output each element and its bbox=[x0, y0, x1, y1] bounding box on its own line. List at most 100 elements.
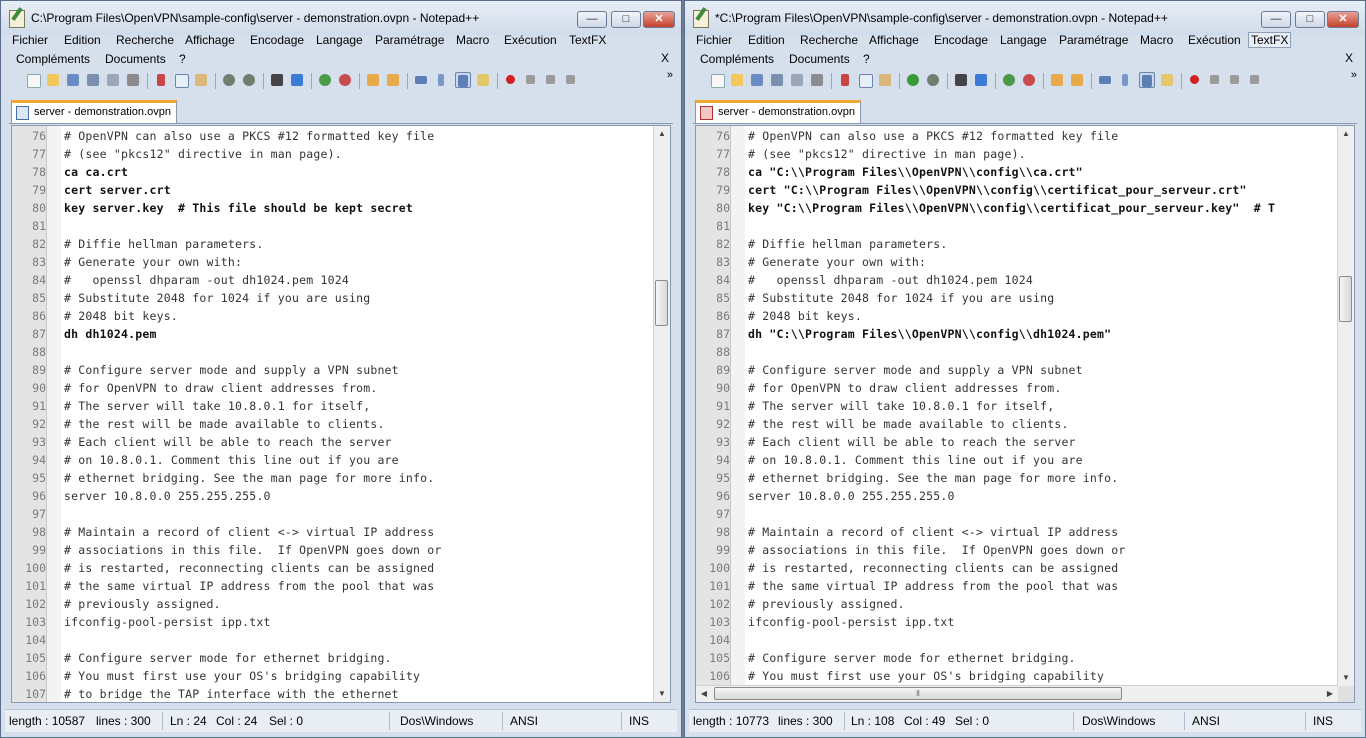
editor-line[interactable]: 89 # Configure server mode and supply a V… bbox=[12, 361, 654, 379]
editor-line[interactable]: 103 ifconfig-pool-persist ipp.txt bbox=[12, 613, 654, 631]
horizontal-scrollbar[interactable]: ◀ ⦀ ▶ bbox=[696, 685, 1338, 702]
editor-line[interactable]: 95 # ethernet bridging. See the man page … bbox=[696, 469, 1338, 487]
editor-line[interactable]: 88 bbox=[12, 343, 654, 361]
document-tab[interactable]: server - demonstration.ovpn bbox=[11, 100, 177, 123]
menu-complements[interactable]: Compléments bbox=[697, 51, 777, 67]
editor-line[interactable]: 98 # Maintain a record of client <-> virt… bbox=[12, 523, 654, 541]
editor-line[interactable]: 83 # Generate your own with: bbox=[12, 253, 654, 271]
editor-line[interactable]: 80 key server.key # This file should be k… bbox=[12, 199, 654, 217]
toolbar-overflow-chevron[interactable]: » bbox=[667, 69, 673, 81]
minimize-button[interactable]: — bbox=[1261, 11, 1291, 28]
print-icon[interactable] bbox=[125, 72, 141, 88]
editor-line[interactable]: 91 # The server will take 10.8.0.1 for it… bbox=[696, 397, 1338, 415]
menu-macro[interactable]: Macro bbox=[453, 32, 492, 48]
show-all-chars-icon[interactable] bbox=[1117, 72, 1133, 88]
run-macro-multiple-icon[interactable] bbox=[1247, 72, 1263, 88]
editor-line[interactable]: 102 # previously assigned. bbox=[696, 595, 1338, 613]
replace-icon[interactable] bbox=[973, 72, 989, 88]
new-file-icon[interactable] bbox=[709, 72, 725, 88]
editor-line[interactable]: 96 server 10.8.0.0 255.255.255.0 bbox=[696, 487, 1338, 505]
menu-parametrage[interactable]: Paramétrage bbox=[1056, 32, 1131, 48]
editor-line[interactable]: 102 # previously assigned. bbox=[12, 595, 654, 613]
scroll-left-arrow-icon[interactable]: ◀ bbox=[696, 686, 712, 702]
menu-execution[interactable]: Exécution bbox=[501, 32, 560, 48]
menu-documents[interactable]: Documents bbox=[102, 51, 169, 67]
editor-line[interactable]: 88 bbox=[696, 343, 1338, 361]
editor-line[interactable]: 82 # Diffie hellman parameters. bbox=[12, 235, 654, 253]
redo-icon[interactable] bbox=[241, 72, 257, 88]
text-editor[interactable]: 76 # OpenVPN can also use a PKCS #12 form… bbox=[695, 125, 1355, 703]
editor-line[interactable]: 87 dh "C:\\Program Files\\OpenVPN\\config… bbox=[696, 325, 1338, 343]
editor-line[interactable]: 101 # the same virtual IP address from th… bbox=[696, 577, 1338, 595]
editor-line[interactable]: 92 # the rest will be made available to c… bbox=[696, 415, 1338, 433]
cut-icon[interactable] bbox=[837, 72, 853, 88]
editor-line[interactable]: 95 # ethernet bridging. See the man page … bbox=[12, 469, 654, 487]
menu-macro[interactable]: Macro bbox=[1137, 32, 1176, 48]
close-file-icon[interactable] bbox=[105, 72, 121, 88]
editor-line[interactable]: 76 # OpenVPN can also use a PKCS #12 form… bbox=[696, 127, 1338, 145]
paste-icon[interactable] bbox=[877, 72, 893, 88]
scroll-right-arrow-icon[interactable]: ▶ bbox=[1322, 686, 1338, 702]
editor-line[interactable]: 76 # OpenVPN can also use a PKCS #12 form… bbox=[12, 127, 654, 145]
vertical-scroll-thumb[interactable] bbox=[655, 280, 668, 326]
editor-line[interactable]: 77 # (see "pkcs12" directive in man page)… bbox=[696, 145, 1338, 163]
editor-line[interactable]: 100 # is restarted, reconnecting clients … bbox=[696, 559, 1338, 577]
record-macro-icon[interactable] bbox=[1187, 72, 1203, 88]
function-list-icon[interactable] bbox=[1159, 72, 1175, 88]
menu-documents[interactable]: Documents bbox=[786, 51, 853, 67]
toolbar-overflow-chevron[interactable]: » bbox=[1351, 69, 1357, 81]
menu-fichier[interactable]: Fichier bbox=[9, 32, 51, 48]
menu-help[interactable]: ? bbox=[176, 51, 189, 67]
editor-line[interactable]: 96 server 10.8.0.0 255.255.255.0 bbox=[12, 487, 654, 505]
editor-line[interactable]: 90 # for OpenVPN to draw client addresses… bbox=[696, 379, 1338, 397]
editor-line[interactable]: 83 # Generate your own with: bbox=[696, 253, 1338, 271]
editor-line[interactable]: 78 ca "C:\\Program Files\\OpenVPN\\config… bbox=[696, 163, 1338, 181]
save-icon[interactable] bbox=[749, 72, 765, 88]
editor-line[interactable]: 107 # to bridge the TAP interface with th… bbox=[12, 685, 654, 702]
editor-line[interactable]: 99 # associations in this file. If OpenVP… bbox=[696, 541, 1338, 559]
menu-help[interactable]: ? bbox=[860, 51, 873, 67]
minimize-button[interactable]: — bbox=[577, 11, 607, 28]
editor-line[interactable]: 92 # the rest will be made available to c… bbox=[12, 415, 654, 433]
editor-line[interactable]: 97 bbox=[12, 505, 654, 523]
editor-line[interactable]: 89 # Configure server mode and supply a V… bbox=[696, 361, 1338, 379]
horizontal-scroll-thumb[interactable]: ⦀ bbox=[714, 687, 1122, 700]
record-macro-icon[interactable] bbox=[503, 72, 519, 88]
play-macro-icon[interactable] bbox=[1227, 72, 1243, 88]
menu-encodage[interactable]: Encodage bbox=[931, 32, 991, 48]
editor-line[interactable]: 85 # Substitute 2048 for 1024 if you are … bbox=[12, 289, 654, 307]
editor-line[interactable]: 87 dh dh1024.pem bbox=[12, 325, 654, 343]
scroll-down-arrow-icon[interactable]: ▼ bbox=[1338, 670, 1354, 686]
editor-line[interactable]: 77 # (see "pkcs12" directive in man page)… bbox=[12, 145, 654, 163]
indent-guide-icon[interactable] bbox=[455, 72, 471, 88]
editor-line[interactable]: 103 ifconfig-pool-persist ipp.txt bbox=[696, 613, 1338, 631]
paste-icon[interactable] bbox=[193, 72, 209, 88]
editor-line[interactable]: 106 # You must first use your OS's bridgi… bbox=[696, 667, 1338, 685]
editor-line[interactable]: 91 # The server will take 10.8.0.1 for it… bbox=[12, 397, 654, 415]
sync-vertical-icon[interactable] bbox=[1049, 72, 1065, 88]
editor-line[interactable]: 84 # openssl dhparam -out dh1024.pem 1024 bbox=[12, 271, 654, 289]
zoom-out-icon[interactable] bbox=[337, 72, 353, 88]
editor-line[interactable]: 104 bbox=[12, 631, 654, 649]
save-all-icon[interactable] bbox=[769, 72, 785, 88]
print-icon[interactable] bbox=[809, 72, 825, 88]
editor-line[interactable]: 82 # Diffie hellman parameters. bbox=[696, 235, 1338, 253]
zoom-in-icon[interactable] bbox=[317, 72, 333, 88]
editor-line[interactable]: 81 bbox=[696, 217, 1338, 235]
menu-parametrage[interactable]: Paramétrage bbox=[372, 32, 447, 48]
editor-line[interactable]: 79 cert "C:\\Program Files\\OpenVPN\\conf… bbox=[696, 181, 1338, 199]
editor-line[interactable]: 93 # Each client will be able to reach th… bbox=[696, 433, 1338, 451]
undo-icon[interactable] bbox=[905, 72, 921, 88]
editor-line[interactable]: 86 # 2048 bit keys. bbox=[12, 307, 654, 325]
vertical-scrollbar[interactable]: ▲ ▼ bbox=[1337, 126, 1354, 686]
menu-recherche[interactable]: Recherche bbox=[797, 32, 861, 48]
editor-line[interactable]: 93 # Each client will be able to reach th… bbox=[12, 433, 654, 451]
menu-fichier[interactable]: Fichier bbox=[693, 32, 735, 48]
editor-line[interactable]: 104 bbox=[696, 631, 1338, 649]
document-tab[interactable]: server - demonstration.ovpn bbox=[695, 100, 861, 123]
replace-icon[interactable] bbox=[289, 72, 305, 88]
new-file-icon[interactable] bbox=[25, 72, 41, 88]
text-editor[interactable]: 76 # OpenVPN can also use a PKCS #12 form… bbox=[11, 125, 671, 703]
editor-line[interactable]: 81 bbox=[12, 217, 654, 235]
editor-line[interactable]: 100 # is restarted, reconnecting clients … bbox=[12, 559, 654, 577]
